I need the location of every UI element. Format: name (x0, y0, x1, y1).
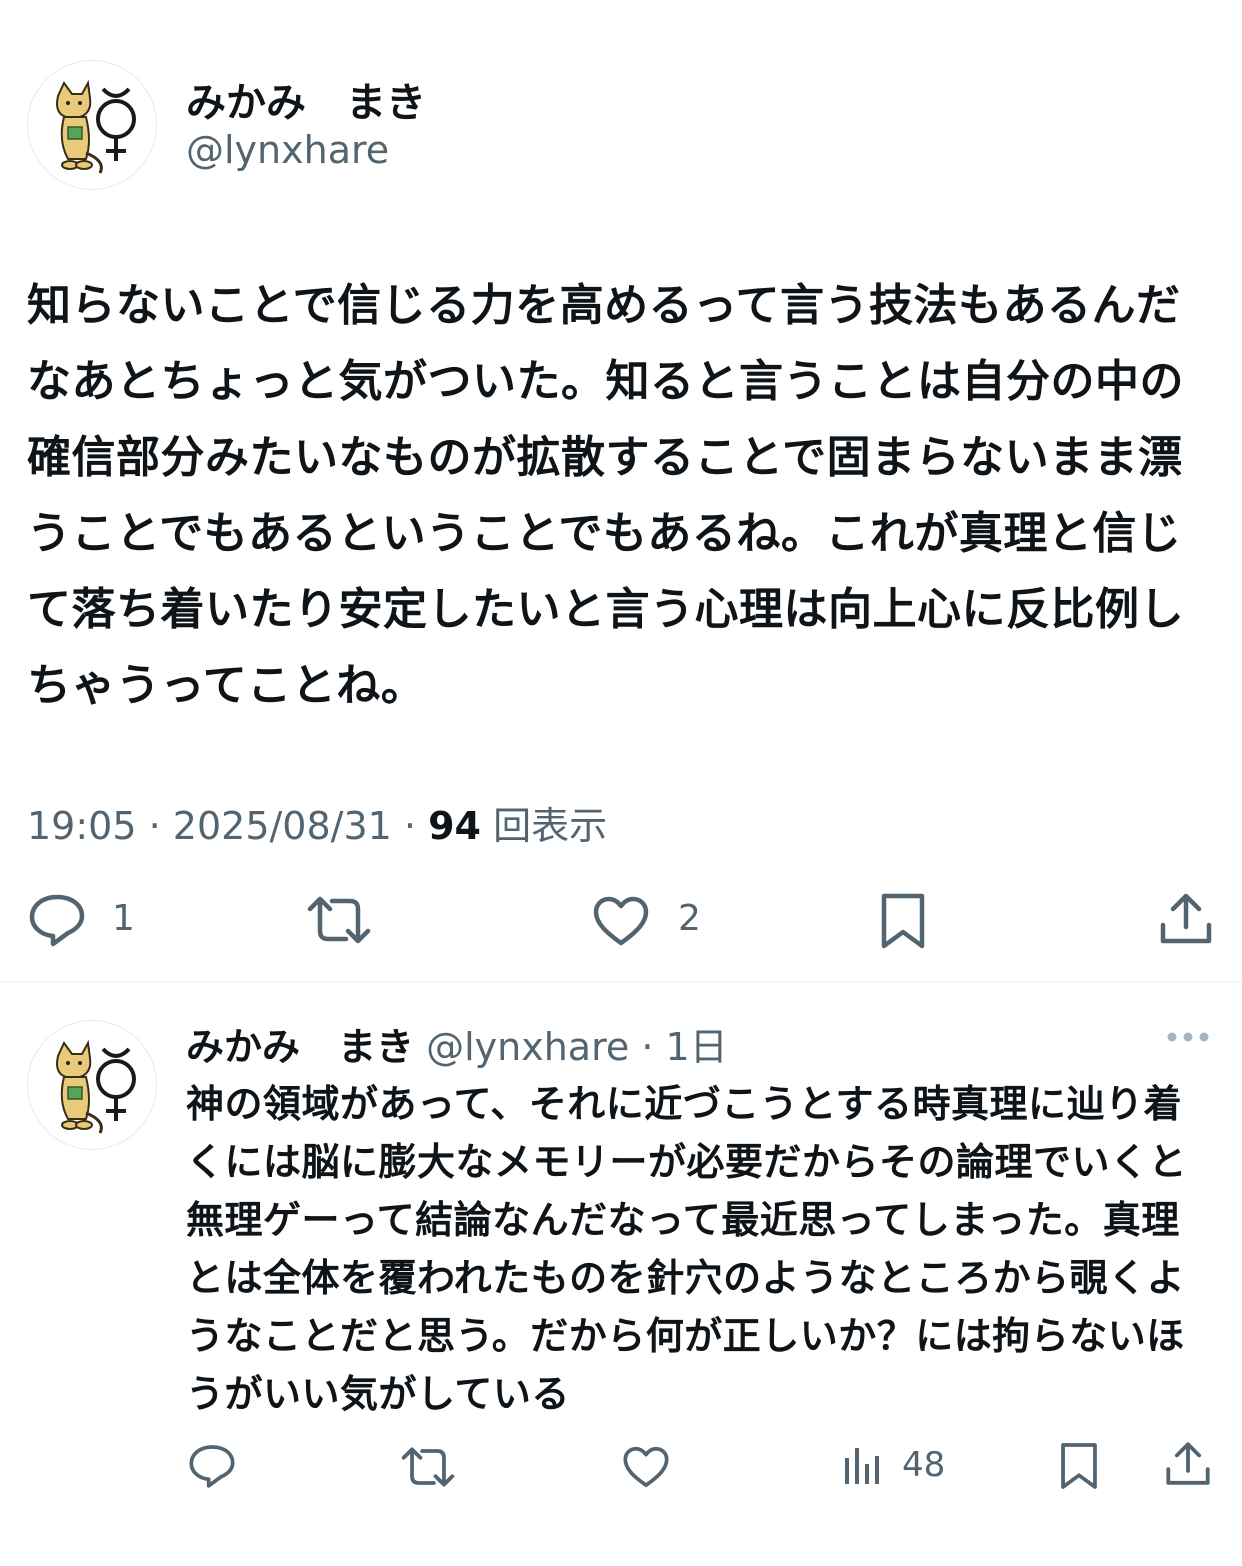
like-count: 2 (678, 898, 701, 939)
display-name[interactable]: みかみ まき (186, 70, 426, 128)
tweet-meta: 19:05 · 2025/08/31 · 94 回表示 (27, 795, 607, 850)
avatar[interactable] (27, 60, 157, 190)
share-icon[interactable] (1158, 891, 1214, 947)
avatar[interactable] (27, 1020, 157, 1150)
tweet-text: 知らないことで信じる力を高めるって言う技法もあるんだなあとちょっと気がついた。知… (27, 280, 1184, 711)
reply-count: 1 (112, 898, 135, 939)
meta-separator: · (641, 1025, 654, 1069)
views-count: 94 (428, 804, 481, 848)
tweet-time[interactable]: 19:05 (27, 804, 137, 848)
views-count: 48 (902, 1445, 946, 1485)
reply-text: 神の領域があって、それに近づこうとする時真理に辿り着くには脳に膨大なメモリーが必… (186, 1082, 1188, 1416)
heart-icon[interactable] (592, 895, 650, 947)
reply-header: みかみ まき @lynxhare · 1日 (186, 1016, 728, 1071)
avatar-cat-image (56, 79, 136, 174)
handle[interactable]: @lynxhare (426, 1025, 629, 1069)
retweet-icon[interactable] (400, 1446, 456, 1488)
tweet-date[interactable]: 2025/08/31 (173, 804, 392, 848)
share-icon[interactable] (1164, 1440, 1212, 1488)
avatar-cat-image (56, 1039, 136, 1134)
divider (0, 981, 1242, 982)
meta-separator: · (403, 804, 417, 848)
retweet-icon[interactable] (306, 895, 372, 945)
meta-separator: · (148, 804, 161, 848)
bookmark-icon[interactable] (878, 892, 928, 950)
analytics-icon[interactable] (842, 1444, 882, 1486)
more-icon[interactable] (1166, 1030, 1210, 1044)
reply-icon[interactable] (28, 893, 86, 947)
handle[interactable]: @lynxhare (186, 128, 389, 172)
reply-icon[interactable] (188, 1443, 236, 1489)
tweet-age[interactable]: 1日 (666, 1025, 728, 1069)
display-name[interactable]: みかみ まき (186, 1025, 414, 1069)
bookmark-icon[interactable] (1058, 1441, 1100, 1491)
heart-icon[interactable] (622, 1445, 670, 1489)
views-label: 回表示 (493, 804, 608, 848)
